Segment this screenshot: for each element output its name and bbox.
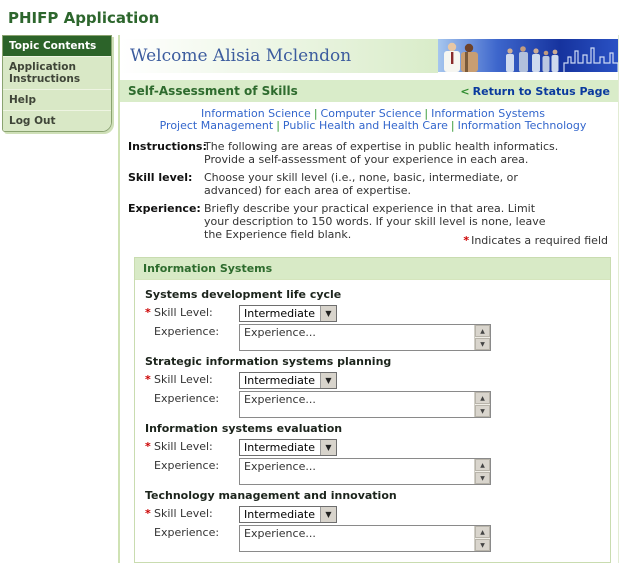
scroll-up-icon[interactable]: ▲	[475, 392, 490, 404]
skill-level-row: * Skill Level: Intermediate ▼	[145, 305, 600, 322]
skill-level-row: * Skill Level: Intermediate ▼	[145, 439, 600, 456]
section-body: Systems development life cycle * Skill Le…	[135, 280, 610, 562]
nav-link-information-technology[interactable]: Information Technology	[458, 119, 587, 132]
skill-level-value: Intermediate	[244, 441, 315, 454]
skill-level-value: Intermediate	[244, 508, 315, 521]
skill-group-systems-development-life-cycle: Systems development life cycle * Skill Le…	[145, 289, 600, 351]
skill-group-information-systems-evaluation: Information systems evaluation * Skill Le…	[145, 423, 600, 485]
experience-textarea[interactable]	[240, 392, 474, 417]
page-title-bar: Self-Assessment of Skills < Return to Sta…	[120, 80, 618, 102]
page-layout: Topic Contents Application Instructions …	[0, 35, 624, 563]
experience-field: ▲ ▼	[239, 525, 491, 552]
skill-level-select[interactable]: Intermediate ▼	[239, 372, 337, 389]
skill-level-select[interactable]: Intermediate ▼	[239, 506, 337, 523]
page-title: Self-Assessment of Skills	[128, 84, 298, 98]
required-asterisk: *	[145, 306, 151, 319]
skill-level-value: Intermediate	[244, 307, 315, 320]
skill-level-value: Intermediate	[244, 374, 315, 387]
dropdown-arrow-icon[interactable]: ▼	[319, 507, 336, 522]
skill-area-title: Technology management and innovation	[145, 489, 397, 502]
menu-header: Topic Contents	[3, 36, 111, 56]
skill-area-title: Information systems evaluation	[145, 422, 343, 435]
category-nav: Information Science | Computer Science | Inf…	[128, 108, 618, 132]
scroll-down-icon[interactable]: ▼	[475, 539, 490, 551]
skill-level-row: * Skill Level: Intermediate ▼	[145, 506, 600, 523]
banner-image	[438, 39, 618, 72]
return-to-status-link[interactable]: < Return to Status Page	[460, 85, 610, 98]
experience-label: Experience:	[154, 325, 220, 338]
instructions-label: Instructions:	[128, 140, 207, 153]
nav-separator: |	[450, 119, 455, 132]
skill-level-note-text: Choose your skill level (i.e., none, bas…	[204, 171, 518, 197]
experience-row: Experience: ▲ ▼	[145, 324, 600, 351]
instruction-row: Instructions: The following are areas of…	[128, 140, 618, 166]
sidebar: Topic Contents Application Instructions …	[0, 35, 118, 563]
experience-row: Experience: ▲ ▼	[145, 525, 600, 552]
topic-contents-menu: Topic Contents Application Instructions …	[2, 35, 112, 132]
instructions-text: The following are areas of expertise in …	[204, 140, 559, 166]
textarea-scrollbar[interactable]: ▲ ▼	[474, 325, 490, 350]
experience-row: Experience: ▲ ▼	[145, 391, 600, 418]
skill-level-select[interactable]: Intermediate ▼	[239, 305, 337, 322]
experience-label: Experience:	[154, 392, 220, 405]
sidebar-item-application-instructions[interactable]: Application Instructions	[3, 56, 111, 89]
experience-label: Experience:	[154, 526, 220, 539]
skill-area-title: Strategic information systems planning	[145, 355, 392, 368]
dropdown-arrow-icon[interactable]: ▼	[319, 306, 336, 321]
skill-level-label: Skill Level:	[154, 373, 213, 386]
instructions-block: Instructions: The following are areas of…	[128, 140, 618, 241]
required-asterisk: *	[145, 507, 151, 520]
skill-group-strategic-information-systems-planning: Strategic information systems planning *…	[145, 356, 600, 418]
experience-textarea[interactable]	[240, 325, 474, 350]
sidebar-item-log-out[interactable]: Log Out	[3, 110, 111, 131]
dropdown-arrow-icon[interactable]: ▼	[319, 373, 336, 388]
experience-row: Experience: ▲ ▼	[145, 458, 600, 485]
welcome-text: Welcome Alisia Mclendon	[130, 45, 352, 66]
skill-level-note-label: Skill level:	[128, 171, 193, 184]
category-nav-row2: Project Management | Public Health and Hea…	[128, 120, 618, 132]
skill-area-title: Systems development life cycle	[145, 288, 342, 301]
skill-level-row: * Skill Level: Intermediate ▼	[145, 372, 600, 389]
skill-level-label: Skill Level:	[154, 507, 213, 520]
required-asterisk: *	[145, 440, 151, 453]
textarea-scrollbar[interactable]: ▲ ▼	[474, 392, 490, 417]
welcome-header: Welcome Alisia Mclendon	[120, 37, 618, 74]
required-note-text: Indicates a required field	[471, 234, 608, 247]
back-arrow-icon: <	[460, 84, 470, 98]
experience-note-label: Experience:	[128, 202, 201, 215]
required-asterisk: *	[463, 234, 470, 247]
textarea-scrollbar[interactable]: ▲ ▼	[474, 459, 490, 484]
information-systems-section: Information Systems Systems development …	[134, 257, 611, 563]
nav-separator: |	[276, 119, 280, 132]
content-area: Information Science | Computer Science | Inf…	[120, 102, 618, 563]
scroll-up-icon[interactable]: ▲	[475, 459, 490, 471]
experience-field: ▲ ▼	[239, 458, 491, 485]
scroll-down-icon[interactable]: ▼	[475, 405, 490, 417]
experience-field: ▲ ▼	[239, 391, 491, 418]
skill-level-label: Skill Level:	[154, 440, 213, 453]
main-panel: Welcome Alisia Mclendon Self-Assessment …	[118, 35, 619, 563]
experience-label: Experience:	[154, 459, 220, 472]
dropdown-arrow-icon[interactable]: ▼	[319, 440, 336, 455]
scroll-up-icon[interactable]: ▲	[475, 325, 490, 337]
skill-level-label: Skill Level:	[154, 306, 213, 319]
scroll-up-icon[interactable]: ▲	[475, 526, 490, 538]
return-link-label: Return to Status Page	[472, 84, 610, 98]
sidebar-item-help[interactable]: Help	[3, 89, 111, 110]
experience-textarea[interactable]	[240, 459, 474, 484]
welcome-gradient-band: Welcome Alisia Mclendon	[120, 38, 438, 73]
nav-link-public-health-and-health-care[interactable]: Public Health and Health Care	[283, 119, 448, 132]
instruction-row: Skill level: Choose your skill level (i.…	[128, 171, 618, 197]
experience-field: ▲ ▼	[239, 324, 491, 351]
scroll-down-icon[interactable]: ▼	[475, 472, 490, 484]
section-header: Information Systems	[135, 258, 610, 280]
skill-level-select[interactable]: Intermediate ▼	[239, 439, 337, 456]
skill-group-technology-management-and-innovation: Technology management and innovation * Sk…	[145, 490, 600, 552]
scroll-down-icon[interactable]: ▼	[475, 338, 490, 350]
nav-link-project-management[interactable]: Project Management	[160, 119, 274, 132]
app-title: PHIFP Application	[8, 9, 160, 27]
required-asterisk: *	[145, 373, 151, 386]
